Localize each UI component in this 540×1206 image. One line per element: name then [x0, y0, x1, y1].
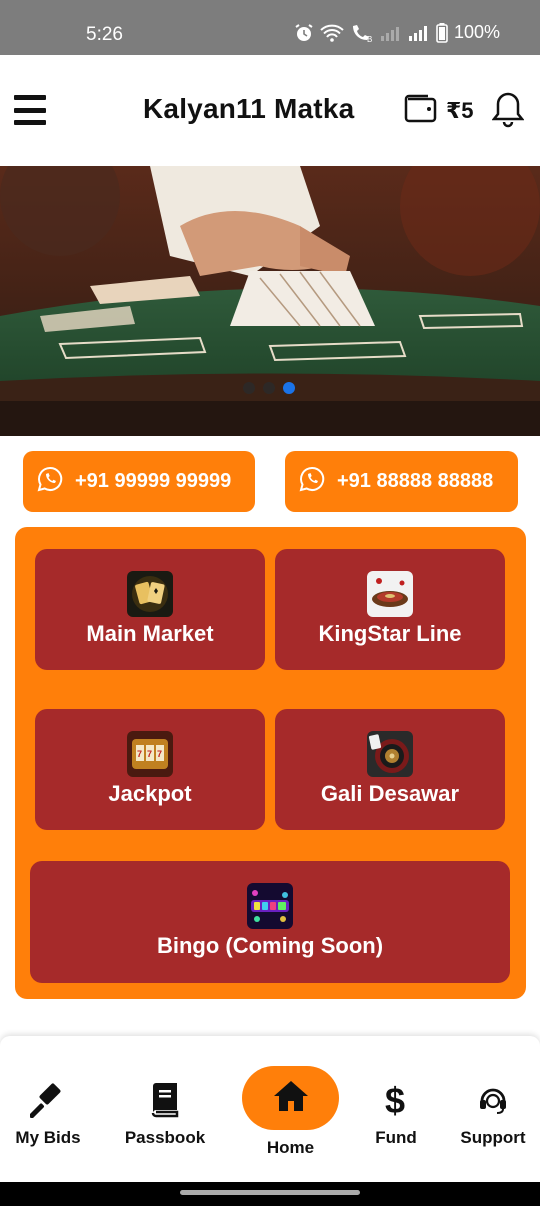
whatsapp-icon [299, 466, 325, 498]
nav-label: My Bids [15, 1128, 81, 1147]
system-nav-bar [0, 1182, 540, 1206]
svg-text:$: $ [385, 1081, 405, 1119]
dollar-icon: $ [384, 1080, 408, 1120]
bingo-icon [247, 883, 293, 929]
carousel-dot[interactable] [263, 382, 275, 394]
banner-carousel[interactable] [0, 166, 540, 436]
game-jackpot[interactable]: 777 Jackpot [35, 709, 265, 830]
notification-button[interactable] [491, 91, 525, 134]
wallet-icon [404, 93, 438, 128]
menu-icon-bar [14, 120, 46, 125]
menu-button[interactable] [14, 95, 46, 125]
game-label: Main Market [86, 621, 214, 646]
app-header: Kalyan11 Matka ₹5 [0, 55, 540, 166]
carousel-indicator [243, 382, 295, 394]
whatsapp-number: +91 88888 88888 [337, 470, 494, 492]
whatsapp-number: +91 99999 99999 [75, 470, 232, 492]
nav-label: Fund [375, 1128, 417, 1147]
game-kingstar-line[interactable]: KingStar Line [275, 549, 505, 670]
roulette-icon [367, 571, 413, 617]
nav-label: Passbook [124, 1128, 206, 1147]
status-bar: 5:26 B 100% [0, 0, 540, 55]
nav-home[interactable]: Home [242, 1066, 339, 1158]
game-bingo[interactable]: Bingo (Coming Soon) [30, 861, 510, 983]
status-icons: B 100% [294, 22, 500, 43]
battery-percent: 100% [453, 22, 500, 42]
game-label: Bingo (Coming Soon) [156, 933, 384, 958]
gavel-icon [30, 1080, 66, 1120]
book-icon [149, 1080, 181, 1120]
signal-icon [408, 24, 430, 42]
game-label: Gali Desawar [320, 781, 460, 806]
bell-icon [491, 92, 525, 133]
svg-text:B: B [367, 35, 372, 43]
nav-passbook[interactable]: Passbook [123, 1080, 207, 1148]
bottom-nav: My Bids Passbook Home $ Fund Support [0, 1036, 540, 1182]
home-active-pill [242, 1066, 339, 1130]
wallet-button[interactable]: ₹5 [404, 93, 474, 128]
headset-icon [477, 1080, 509, 1120]
game-label: KingStar Line [318, 621, 462, 646]
app-title: Kalyan11 Matka [143, 93, 355, 124]
games-panel: Main Market KingStar Line 777 Jackpot Ga… [15, 527, 526, 999]
wifi-call-icon: B [350, 23, 374, 43]
alarm-icon [294, 23, 314, 43]
game-gali-desawar[interactable]: Gali Desawar [275, 709, 505, 830]
whatsapp-icon [37, 466, 63, 498]
slot-machine-icon: 777 [127, 731, 173, 777]
game-label: Jackpot [108, 781, 192, 806]
whatsapp-button-1[interactable]: +91 99999 99999 [23, 451, 255, 512]
svg-text:7: 7 [157, 749, 162, 759]
battery-icon [436, 22, 448, 43]
menu-icon-bar [14, 107, 46, 113]
whatsapp-button-2[interactable]: +91 88888 88888 [285, 451, 518, 512]
gesture-handle[interactable] [180, 1190, 360, 1195]
game-main-market[interactable]: Main Market [35, 549, 265, 670]
nav-fund[interactable]: $ Fund [370, 1080, 422, 1148]
home-icon [272, 1079, 310, 1118]
nav-support[interactable]: Support [458, 1080, 528, 1148]
wallet-amount: ₹5 [446, 97, 474, 123]
carousel-dot-active[interactable] [283, 382, 295, 394]
nav-my-bids[interactable]: My Bids [14, 1080, 82, 1148]
nav-label: Home [266, 1138, 315, 1157]
status-time: 5:26 [86, 24, 123, 45]
signal-weak-icon [380, 24, 402, 42]
roulette-wheel-icon [367, 731, 413, 777]
cards-icon [127, 571, 173, 617]
nav-label: Support [460, 1128, 526, 1147]
carousel-dot[interactable] [243, 382, 255, 394]
svg-text:7: 7 [147, 749, 152, 759]
menu-icon-bar [14, 95, 46, 100]
wifi-icon [320, 24, 344, 42]
svg-text:7: 7 [137, 749, 142, 759]
casino-banner-image [0, 166, 540, 436]
